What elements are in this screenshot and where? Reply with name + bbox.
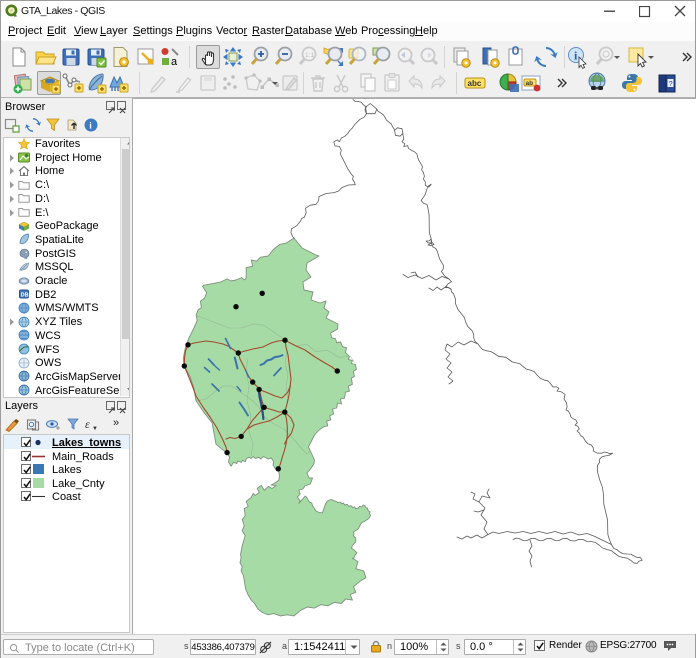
svg-text:▼: ▼: [92, 426, 98, 432]
svg-text:abc: abc: [468, 79, 482, 88]
svg-text:ε: ε: [85, 417, 90, 431]
svg-text:DB2: DB2: [21, 293, 30, 299]
svg-text:?: ?: [669, 81, 673, 88]
svg-text:a: a: [171, 56, 178, 68]
svg-text:1:1: 1:1: [305, 52, 314, 59]
svg-text:ab: ab: [526, 80, 534, 87]
